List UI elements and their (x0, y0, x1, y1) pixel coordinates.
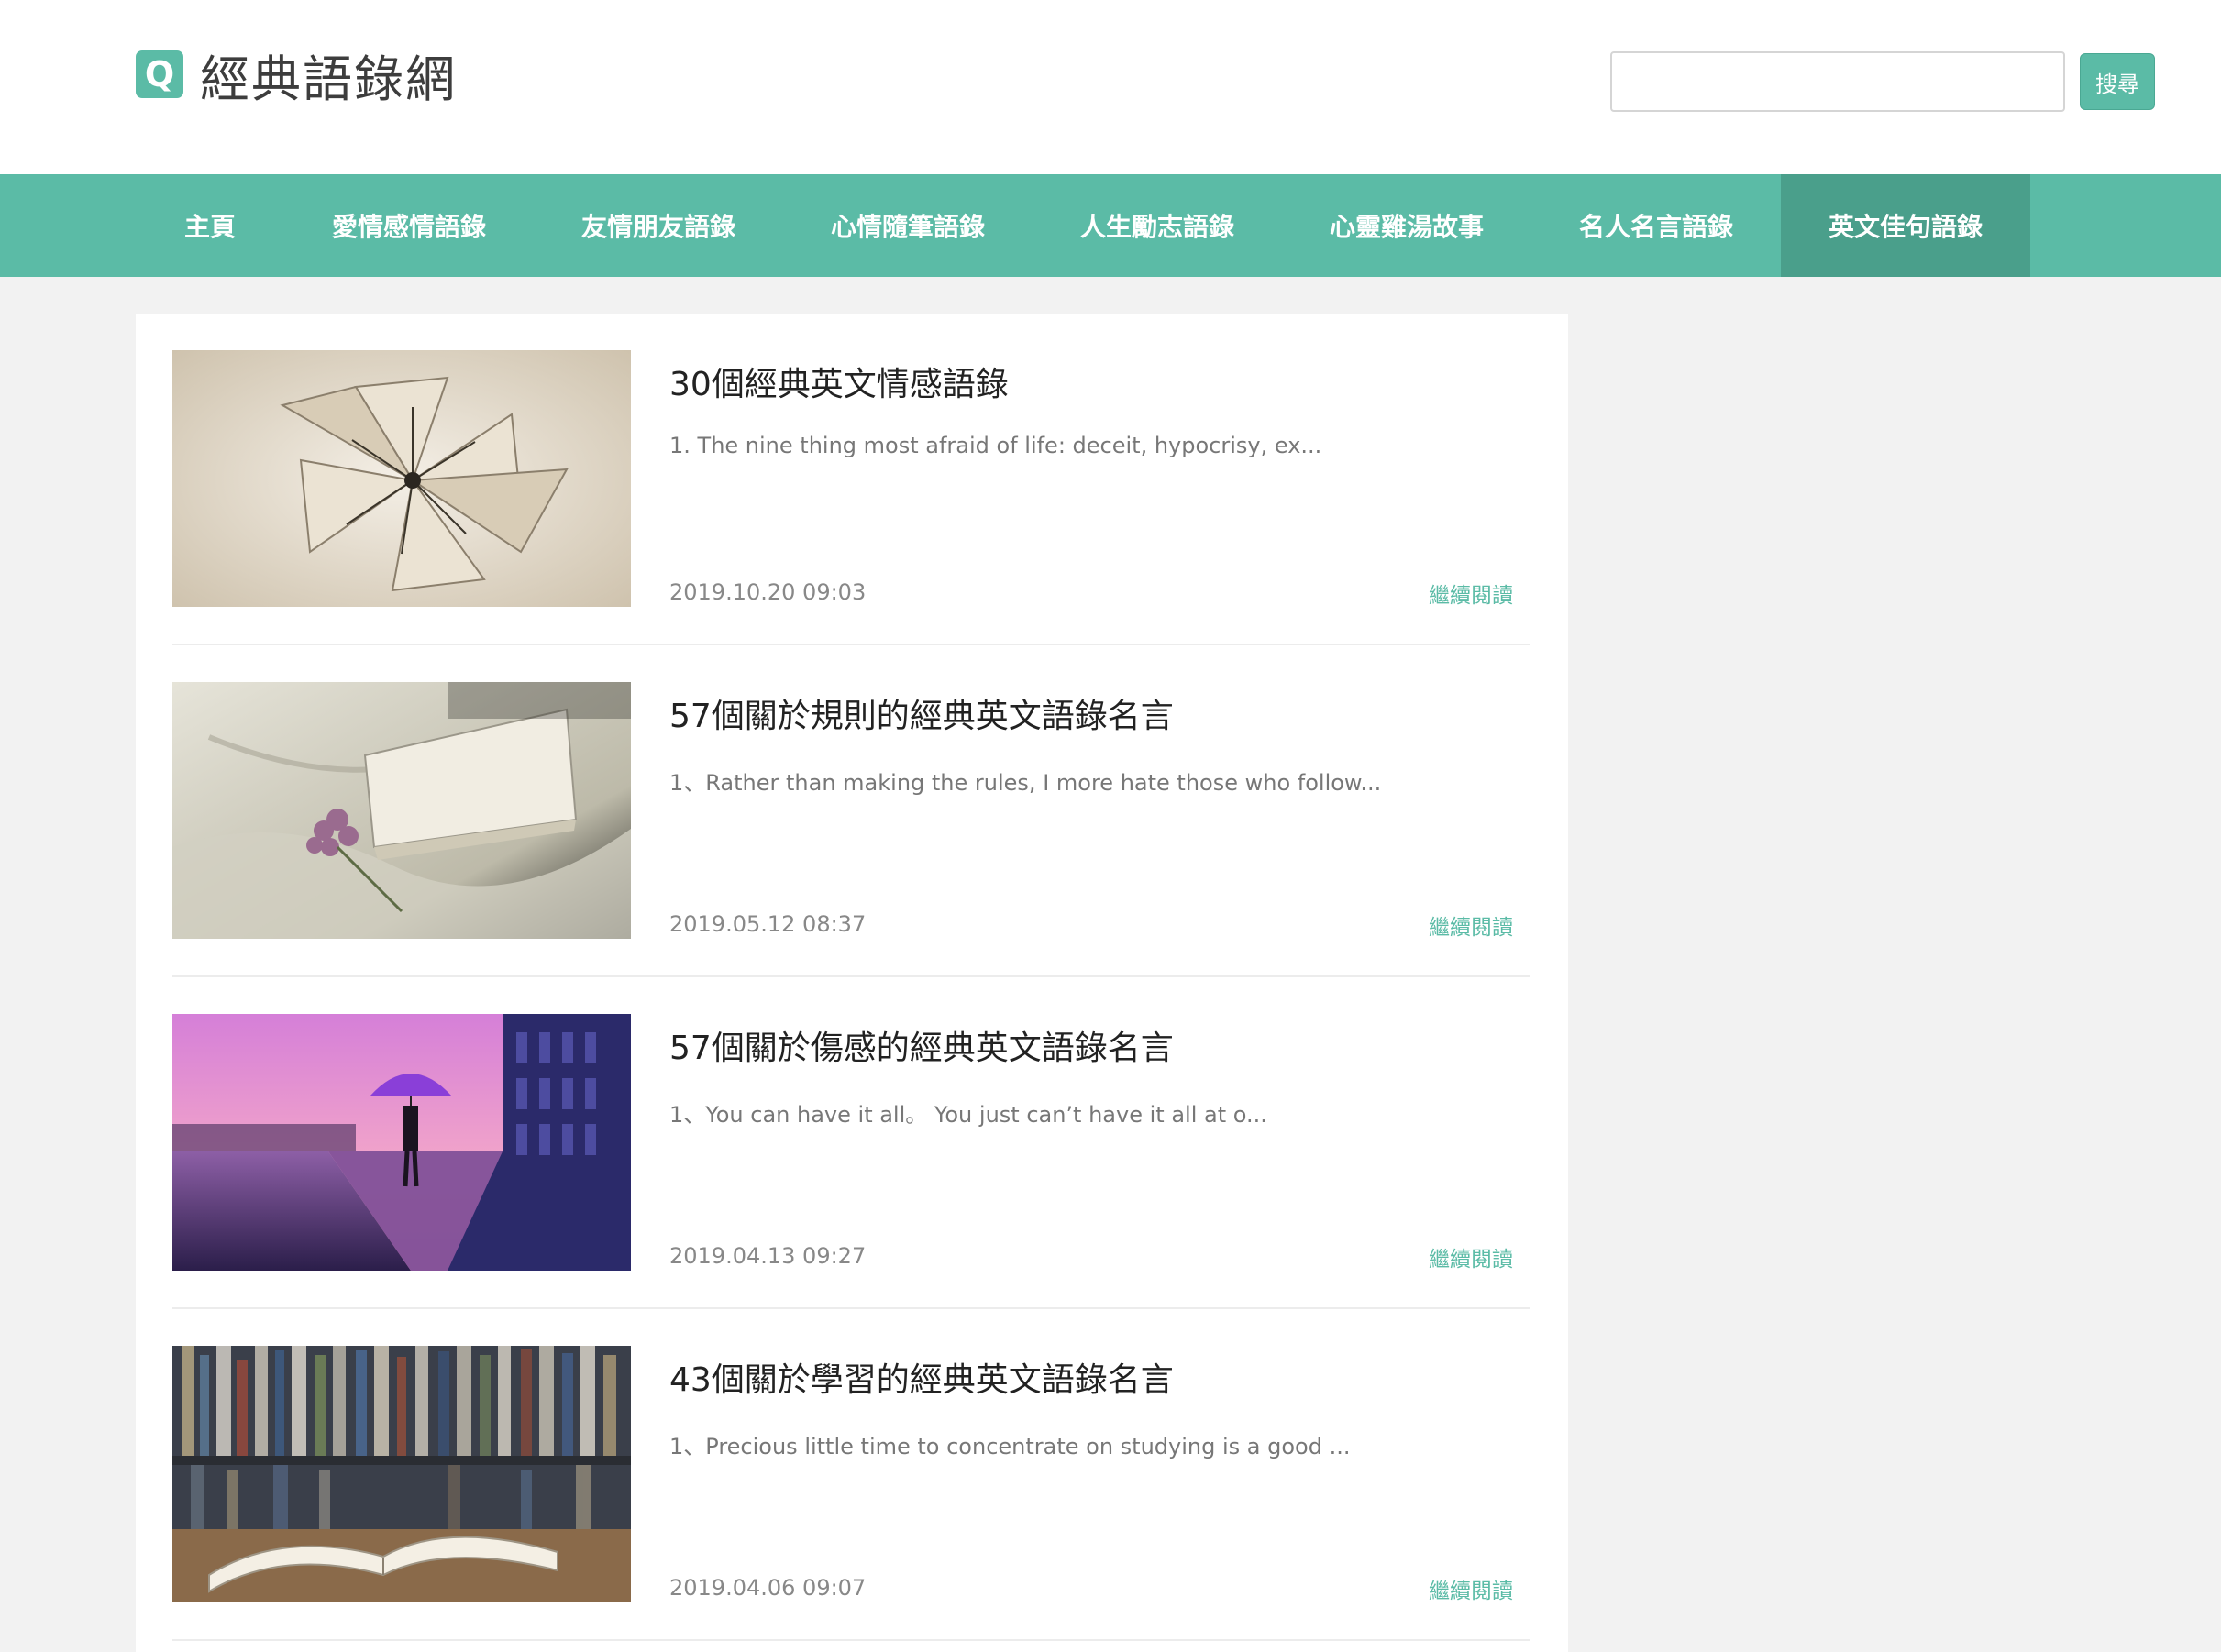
post-thumbnail[interactable] (172, 682, 631, 939)
post-title[interactable]: 30個經典英文情感語錄 (669, 358, 1009, 405)
nav-item-english-quotes[interactable]: 英文佳句語錄 (1781, 174, 2030, 277)
logo-q-icon: Q (136, 50, 183, 98)
site-logo[interactable]: Q 經典語錄網 (136, 44, 457, 108)
search-button[interactable]: 搜尋 (2080, 53, 2155, 110)
post-date: 2019.05.12 08:37 (669, 911, 867, 937)
post-date: 2019.04.06 09:07 (669, 1575, 867, 1601)
list-item: 30個經典英文情感語錄 1. The nine thing most afrai… (172, 314, 1530, 645)
post-excerpt: 1. The nine thing most afraid of life: d… (669, 433, 1322, 458)
post-thumbnail[interactable] (172, 350, 631, 607)
nav-item-inspirational-quotes[interactable]: 人生勵志語錄 (1033, 174, 1282, 277)
post-list: 30個經典英文情感語錄 1. The nine thing most afrai… (136, 314, 1568, 1652)
nav-item-mood-quotes[interactable]: 心情隨筆語錄 (783, 174, 1033, 277)
post-title[interactable]: 43個關於學習的經典英文語錄名言 (669, 1353, 1174, 1401)
main-nav: 主頁 愛情感情語錄 友情朋友語錄 心情隨筆語錄 人生勵志語錄 心靈雞湯故事 名人… (0, 174, 2221, 277)
post-title[interactable]: 57個關於傷感的經典英文語錄名言 (669, 1021, 1174, 1069)
post-date: 2019.10.20 09:03 (669, 579, 867, 605)
nav-item-soul-stories[interactable]: 心靈雞湯故事 (1282, 174, 1531, 277)
site-header: Q 經典語錄網 搜尋 (0, 0, 2221, 174)
nav-item-love-quotes[interactable]: 愛情感情語錄 (284, 174, 534, 277)
nav-item-famous-quotes[interactable]: 名人名言語錄 (1531, 174, 1781, 277)
nav-item-friendship-quotes[interactable]: 友情朋友語錄 (534, 174, 783, 277)
post-thumbnail[interactable] (172, 1346, 631, 1602)
site-name: 經典語錄網 (200, 50, 457, 108)
read-more-link[interactable]: 繼續閱讀 (1429, 1573, 1513, 1604)
post-thumbnail[interactable] (172, 1014, 631, 1271)
read-more-link[interactable]: 繼續閱讀 (1429, 1241, 1513, 1272)
list-item: 57個關於傷感的經典英文語錄名言 1、You can have it all。 … (172, 977, 1530, 1309)
search-input[interactable] (1610, 51, 2065, 112)
post-title[interactable]: 57個關於規則的經典英文語錄名言 (669, 689, 1174, 737)
post-excerpt: 1、Rather than making the rules, I more h… (669, 770, 1382, 796)
list-item: 43個關於學習的經典英文語錄名言 1、Precious little time … (172, 1309, 1530, 1641)
nav-item-home[interactable]: 主頁 (136, 174, 284, 277)
read-more-link[interactable]: 繼續閱讀 (1429, 578, 1513, 609)
post-excerpt: 1、You can have it all。 You just can’t ha… (669, 1102, 1267, 1128)
list-item: 57個關於規則的經典英文語錄名言 1、Rather than making th… (172, 645, 1530, 977)
post-date: 2019.04.13 09:27 (669, 1243, 867, 1269)
read-more-link[interactable]: 繼續閱讀 (1429, 909, 1513, 941)
post-excerpt: 1、Precious little time to concentrate on… (669, 1434, 1351, 1459)
